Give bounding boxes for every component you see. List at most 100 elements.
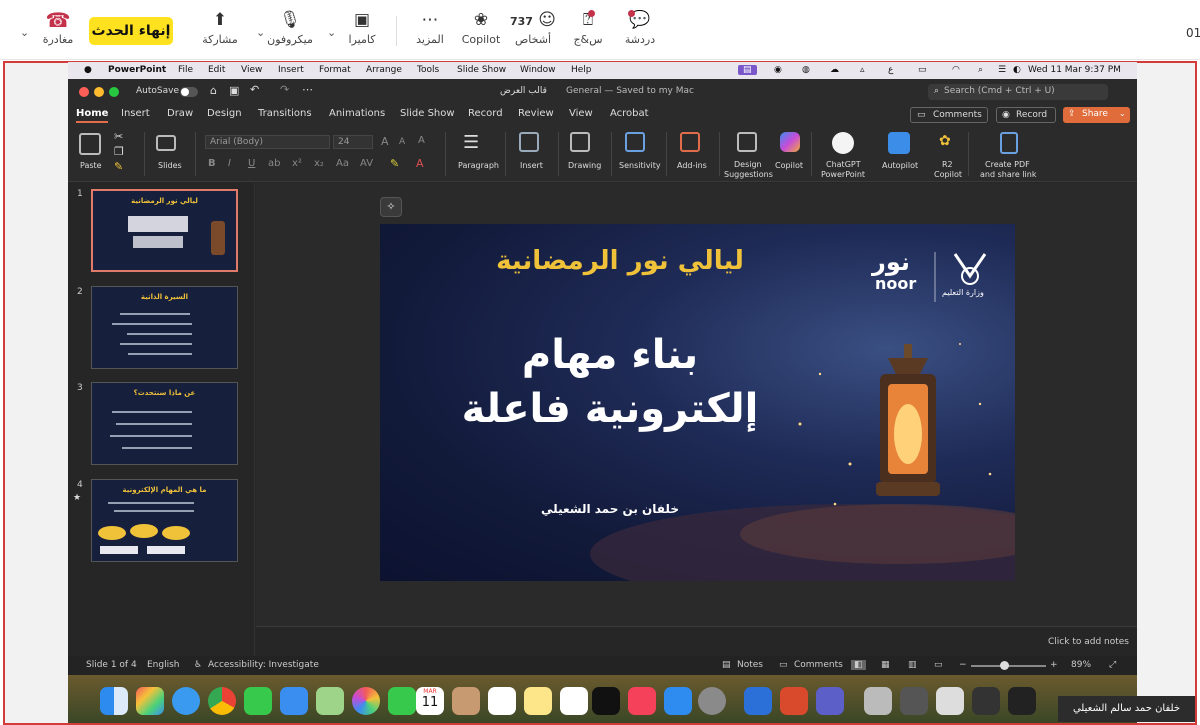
design-suggestions-label-2[interactable]: Suggestions bbox=[724, 170, 773, 179]
superscript-icon[interactable]: x² bbox=[292, 158, 302, 169]
increase-font-icon[interactable]: A bbox=[381, 135, 389, 148]
bold-icon[interactable]: B bbox=[208, 158, 216, 169]
decrease-font-icon[interactable]: A bbox=[399, 137, 405, 147]
tab-draw[interactable]: Draw bbox=[167, 108, 193, 119]
normal-view-icon[interactable]: ◧ bbox=[851, 660, 866, 670]
chatgpt-label-2[interactable]: PowerPoint bbox=[821, 170, 865, 179]
maps-icon[interactable] bbox=[316, 687, 344, 715]
autosave-toggle[interactable] bbox=[180, 87, 198, 97]
reminders-icon[interactable] bbox=[488, 687, 516, 715]
notes-app-icon[interactable] bbox=[524, 687, 552, 715]
save-icon[interactable]: ▣ bbox=[229, 84, 239, 97]
addins-label[interactable]: Add-ins bbox=[677, 161, 707, 170]
drawing-shapes-icon[interactable] bbox=[570, 132, 590, 152]
undo-icon[interactable]: ↶ bbox=[250, 83, 259, 96]
slides-label[interactable]: Slides bbox=[158, 161, 182, 170]
font-name-select[interactable]: Arial (Body) bbox=[205, 135, 330, 149]
sensitivity-label[interactable]: Sensitivity bbox=[619, 161, 661, 170]
home-icon[interactable]: ⌂ bbox=[210, 84, 217, 97]
leave-button[interactable]: ☎ مغادرة bbox=[30, 8, 86, 56]
slide-title-line-2[interactable]: إلكترونية فاعلة bbox=[440, 386, 780, 432]
char-spacing-icon[interactable]: AV bbox=[360, 158, 373, 169]
status-icon[interactable]: ▵ bbox=[860, 65, 865, 75]
slide-thumbnail-1[interactable]: ليالي نور الرمضانية bbox=[91, 189, 238, 272]
paragraph-icon[interactable]: ☰ bbox=[463, 132, 479, 153]
close-window-button[interactable] bbox=[79, 87, 89, 97]
control-center-icon[interactable]: ☰ bbox=[998, 65, 1006, 75]
slide-title-line-1[interactable]: بناء مهام bbox=[470, 332, 750, 378]
menu-slideshow[interactable]: Slide Show bbox=[457, 65, 506, 75]
system-settings-icon[interactable] bbox=[698, 687, 726, 715]
menu-app-name[interactable]: PowerPoint bbox=[108, 65, 166, 75]
contacts-icon[interactable] bbox=[452, 687, 480, 715]
copy-icon[interactable]: ❐ bbox=[114, 145, 124, 158]
menu-format[interactable]: Format bbox=[319, 65, 351, 75]
slide-thumbnail-3[interactable]: عن ماذا سنتحدث؟ bbox=[91, 382, 238, 465]
language-status[interactable]: English bbox=[147, 660, 180, 670]
status-icon[interactable]: ◍ bbox=[802, 65, 810, 75]
launchpad-icon[interactable] bbox=[136, 687, 164, 715]
tab-record[interactable]: Record bbox=[468, 108, 503, 119]
r2-label-2[interactable]: Copilot bbox=[934, 170, 962, 179]
tab-slide-show[interactable]: Slide Show bbox=[400, 108, 455, 119]
menu-insert[interactable]: Insert bbox=[278, 65, 304, 75]
chatgpt-icon[interactable] bbox=[832, 132, 854, 154]
current-slide[interactable]: ليالي نور الرمضانية نور noor وزارة التعل… bbox=[380, 224, 1015, 581]
create-pdf-label-2[interactable]: and share link bbox=[980, 170, 1036, 179]
copilot-label[interactable]: Copilot bbox=[775, 161, 803, 170]
dock-window-thumbnail[interactable] bbox=[1008, 687, 1036, 715]
slide-header-text[interactable]: ليالي نور الرمضانية bbox=[490, 246, 750, 276]
menu-help[interactable]: Help bbox=[571, 65, 592, 75]
redo-icon[interactable]: ↷ bbox=[280, 83, 289, 96]
menu-arrange[interactable]: Arrange bbox=[366, 65, 402, 75]
italic-icon[interactable]: I bbox=[228, 158, 231, 169]
microphone-button[interactable]: 🎙 ميكروفون bbox=[262, 8, 318, 56]
autopilot-plane-icon[interactable] bbox=[888, 132, 910, 154]
preview-icon[interactable] bbox=[864, 687, 892, 715]
tab-insert[interactable]: Insert bbox=[121, 108, 150, 119]
slide-sorter-icon[interactable]: ▦ bbox=[881, 660, 890, 670]
menu-edit[interactable]: Edit bbox=[208, 65, 225, 75]
fit-to-window-icon[interactable]: ⤢ bbox=[1109, 660, 1116, 670]
subscript-icon[interactable]: x₂ bbox=[314, 158, 324, 169]
sensitivity-icon[interactable] bbox=[625, 132, 645, 152]
maximize-window-button[interactable] bbox=[109, 87, 119, 97]
design-suggestions-icon[interactable] bbox=[737, 132, 757, 152]
end-event-button[interactable]: إنهاء الحدث bbox=[89, 17, 173, 45]
search-icon[interactable]: ⌕ bbox=[978, 65, 983, 75]
tab-design[interactable]: Design bbox=[207, 108, 242, 119]
design-ideas-wand-icon[interactable]: ✧ bbox=[380, 197, 402, 217]
insert-textbox-icon[interactable] bbox=[519, 132, 539, 152]
underline-icon[interactable]: U bbox=[248, 158, 255, 169]
drawing-label[interactable]: Drawing bbox=[568, 161, 601, 170]
strikethrough-icon[interactable]: ab bbox=[268, 158, 280, 169]
tab-home[interactable]: Home bbox=[76, 108, 109, 123]
insert-label[interactable]: Insert bbox=[520, 161, 543, 170]
new-slide-icon[interactable] bbox=[156, 135, 176, 151]
addins-grid-icon[interactable] bbox=[680, 132, 700, 152]
slide-thumbnail-2[interactable]: السيرة الذاتية bbox=[91, 286, 238, 369]
slideshow-icon[interactable]: ▭ bbox=[934, 660, 943, 670]
calendar-icon[interactable]: MAR 11 bbox=[416, 687, 444, 715]
comments-button[interactable]: ▭ Comments bbox=[910, 107, 988, 123]
reading-view-icon[interactable]: ▥ bbox=[908, 660, 917, 670]
slide-thumbnail-4[interactable]: ما هي المهام الإلكترونية bbox=[91, 479, 238, 562]
dock-window-thumbnail[interactable] bbox=[972, 687, 1000, 715]
mail-icon[interactable] bbox=[280, 687, 308, 715]
menu-tools[interactable]: Tools bbox=[417, 65, 439, 75]
format-painter-icon[interactable]: ✎ bbox=[114, 160, 123, 173]
comments-toggle[interactable]: Comments bbox=[794, 660, 843, 670]
copilot-button[interactable]: ❀ Copilot bbox=[453, 8, 509, 56]
highlight-icon[interactable]: ✎ bbox=[390, 157, 399, 170]
zoom-in-icon[interactable]: + bbox=[1050, 660, 1058, 670]
wifi-icon[interactable]: ◠ bbox=[952, 65, 960, 75]
status-icon[interactable]: ◉ bbox=[774, 65, 782, 75]
r2-copilot-icon[interactable]: ✿ bbox=[939, 133, 951, 149]
tab-acrobat[interactable]: Acrobat bbox=[610, 108, 649, 119]
input-source-icon[interactable]: ع bbox=[888, 65, 893, 75]
case-icon[interactable]: Aa bbox=[336, 158, 349, 169]
chrome-icon[interactable] bbox=[208, 687, 236, 715]
freeform-icon[interactable] bbox=[560, 687, 588, 715]
design-suggestions-label[interactable]: Design bbox=[734, 160, 762, 169]
r2-label[interactable]: R2 bbox=[942, 160, 953, 169]
